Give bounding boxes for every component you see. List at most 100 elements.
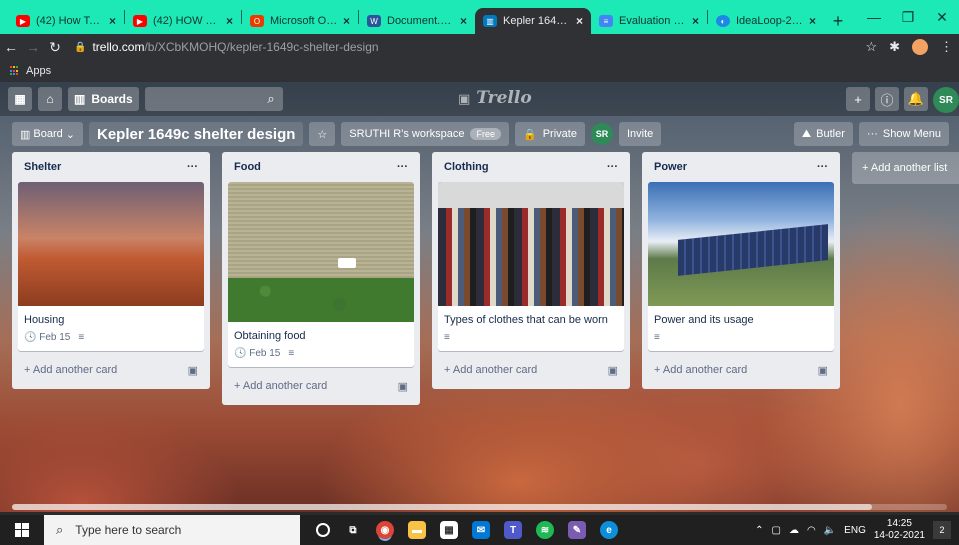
extensions-icon[interactable]: ✱ (889, 39, 900, 55)
info-icon[interactable]: ⓘ (875, 87, 899, 111)
chevron-up-icon[interactable]: ⌃ (755, 525, 763, 536)
add-card-button[interactable]: + Add another card ▣ (228, 373, 414, 399)
due-date-badge[interactable]: 🕓 Feb 15 (24, 332, 70, 343)
notification-bell-icon[interactable]: 🔔 (904, 87, 928, 111)
notification-center-icon[interactable]: 2 (933, 521, 951, 539)
maximize-icon[interactable]: ❐ (891, 0, 925, 34)
board-search-input[interactable]: ⌕ (144, 87, 283, 111)
add-card-button[interactable]: + Add another card ▣ (438, 357, 624, 383)
browser-tab[interactable]: ▶ (42) HOW TO U × (125, 8, 241, 34)
language-indicator[interactable]: ENG (844, 525, 866, 536)
browser-tab[interactable]: O Microsoft Offic × (242, 8, 358, 34)
browser-tab-active[interactable]: ▥ Kepler 1649c sh × (475, 8, 591, 34)
volume-icon[interactable]: 🔈 (824, 525, 836, 536)
template-icon[interactable]: ▣ (608, 364, 618, 377)
close-tab-icon[interactable]: × (343, 14, 350, 28)
add-card-button[interactable]: + Add another card ▣ (648, 357, 834, 383)
show-menu-button[interactable]: ··· Show Menu (858, 122, 949, 146)
browser-tab[interactable]: ◐ IdeaLoop-21/S × (708, 8, 824, 34)
description-icon: ≡ (78, 332, 85, 343)
list-menu-icon[interactable]: ··· (187, 161, 198, 173)
list-header[interactable]: Food ··· (228, 152, 414, 182)
url-bar[interactable]: 🔒 trello.com /b/XCbKMOHQ/kepler-1649c-sh… (74, 36, 854, 58)
list-header[interactable]: Shelter ··· (18, 152, 204, 182)
board-view-switcher[interactable]: ▥ Board ⌄ (12, 122, 83, 146)
minimize-icon[interactable]: — (857, 0, 891, 34)
close-tab-icon[interactable]: × (226, 14, 233, 28)
forward-icon[interactable]: → (22, 39, 44, 55)
trello-logo[interactable]: ▣ Trello (458, 88, 532, 108)
visibility-button[interactable]: 🔒 Private (515, 122, 585, 146)
list-title[interactable]: Shelter (24, 161, 61, 173)
new-tab-button[interactable]: + (824, 8, 852, 34)
close-tab-icon[interactable]: × (460, 14, 467, 28)
lock-icon[interactable]: 🔒 (74, 42, 86, 53)
template-icon[interactable]: ▣ (398, 380, 408, 393)
due-date: Feb 15 (249, 348, 281, 359)
close-tab-icon[interactable]: × (109, 14, 116, 28)
card[interactable]: Obtaining food 🕓 Feb 15 ≡ (228, 182, 414, 367)
star-board-button[interactable]: ☆ (309, 122, 336, 146)
chrome-icon[interactable]: ◉ (376, 521, 394, 539)
edge-icon[interactable]: e (600, 521, 618, 539)
workspace-button[interactable]: SRUTHI R's workspace Free (341, 122, 509, 146)
profile-avatar[interactable] (912, 39, 928, 55)
windows-start-icon[interactable] (0, 523, 44, 537)
list-menu-icon[interactable]: ··· (607, 161, 618, 173)
task-view-icon[interactable]: ⧉ (344, 521, 362, 539)
meet-now-icon[interactable]: ▢ (772, 525, 781, 536)
member-avatar[interactable]: SR (933, 87, 959, 113)
close-window-icon[interactable]: ✕ (925, 0, 959, 34)
list-title[interactable]: Food (234, 161, 261, 173)
browser-tab[interactable]: W Document.docx × (359, 8, 475, 34)
list-clothing: Clothing ··· Types of clothes that can b… (432, 152, 630, 389)
trello-logo-icon: ▣ (458, 92, 471, 107)
template-icon[interactable]: ▣ (818, 364, 828, 377)
list-header[interactable]: Power ··· (648, 152, 834, 182)
more-menu-icon[interactable]: ⋮ (940, 39, 953, 55)
card[interactable]: Housing 🕓 Feb 15 ≡ (18, 182, 204, 351)
taskbar-clock[interactable]: 14:25 14-02-2021 (874, 518, 925, 542)
list-menu-icon[interactable]: ··· (817, 161, 828, 173)
due-date-badge[interactable]: 🕓 Feb 15 (234, 348, 280, 359)
list-title[interactable]: Clothing (444, 161, 489, 173)
spotify-icon[interactable]: ≋ (536, 521, 554, 539)
boards-button[interactable]: ▥ Boards (68, 87, 139, 111)
template-icon[interactable]: ▣ (188, 364, 198, 377)
close-tab-icon[interactable]: × (576, 14, 583, 28)
browser-tab[interactable]: ▶ (42) How To Us × (8, 8, 124, 34)
teams-icon[interactable]: T (504, 521, 522, 539)
taskbar-search-input[interactable]: ⌕ Type here to search (44, 515, 300, 545)
apps-switcher-icon[interactable]: ▦ (8, 87, 32, 111)
list-title[interactable]: Power (654, 161, 687, 173)
add-card-button[interactable]: + Add another card ▣ (18, 357, 204, 383)
back-icon[interactable]: ← (0, 39, 22, 55)
horizontal-scrollbar[interactable] (12, 504, 947, 510)
board-title[interactable]: Kepler 1649c shelter design (88, 122, 304, 146)
store-icon[interactable]: ▦ (440, 521, 458, 539)
invite-button[interactable]: Invite (618, 122, 662, 146)
list-header[interactable]: Clothing ··· (438, 152, 624, 182)
board-member-avatar[interactable]: SR (590, 123, 613, 145)
browser-tab[interactable]: ≡ Evaluation Sche × (591, 8, 707, 34)
card-cover-image (18, 182, 204, 306)
butler-button[interactable]: ⛰ Butler (793, 122, 853, 146)
mail-icon[interactable]: ✉ (472, 521, 490, 539)
scrollbar-thumb[interactable] (12, 504, 872, 510)
apps-shortcut[interactable]: Apps (26, 65, 51, 77)
close-tab-icon[interactable]: × (809, 14, 816, 28)
card[interactable]: Power and its usage ≡ (648, 182, 834, 351)
network-icon[interactable]: ◠ (807, 525, 816, 536)
home-icon[interactable]: ⌂ (38, 87, 62, 111)
create-icon[interactable]: + (846, 87, 870, 111)
cortana-icon[interactable] (316, 523, 330, 537)
close-tab-icon[interactable]: × (692, 14, 699, 28)
bookmark-star-icon[interactable]: ☆ (865, 39, 877, 55)
onedrive-icon[interactable]: ☁ (789, 525, 799, 536)
file-explorer-icon[interactable]: ▬ (408, 521, 426, 539)
add-list-button[interactable]: + Add another list (852, 152, 959, 184)
list-menu-icon[interactable]: ··· (397, 161, 408, 173)
card[interactable]: Types of clothes that can be worn ≡ (438, 182, 624, 351)
reload-icon[interactable]: ↻ (44, 39, 66, 56)
paint-icon[interactable]: ✎ (568, 521, 586, 539)
